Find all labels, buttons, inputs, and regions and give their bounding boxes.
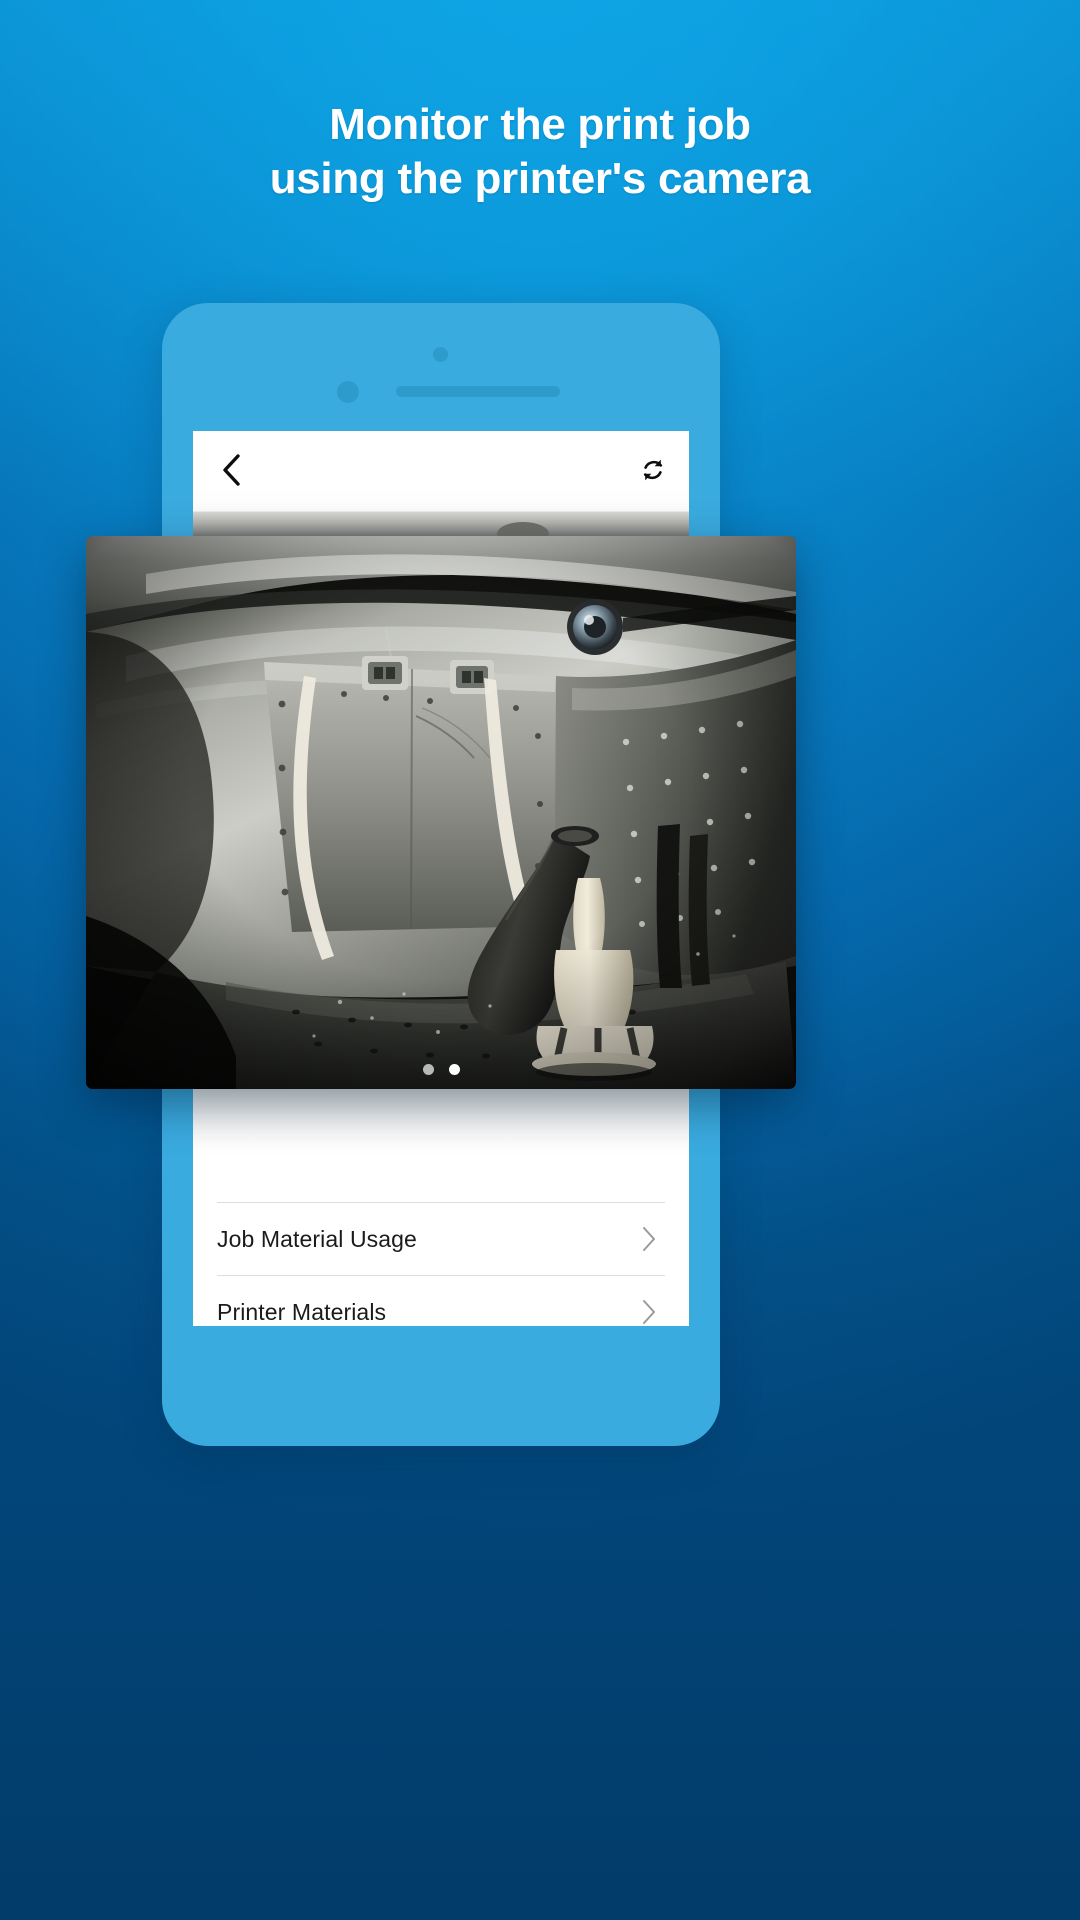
- refresh-icon: [638, 455, 668, 490]
- headline-line-1: Monitor the print job: [329, 100, 751, 149]
- chevron-right-icon: [635, 1225, 663, 1253]
- content-spacer: [193, 1084, 689, 1202]
- page-dot-2[interactable]: [448, 1064, 460, 1075]
- chevron-left-icon: [218, 453, 244, 492]
- list-item[interactable]: Printer Materials: [217, 1275, 665, 1326]
- list-item-label: Job Material Usage: [217, 1225, 417, 1252]
- camera-feed-image: [86, 536, 796, 1089]
- chevron-right-icon: [635, 1298, 663, 1326]
- page-title: Monitor the print job using the printer'…: [0, 98, 1080, 206]
- detail-list: Job Material Usage Printer Materials: [193, 1202, 689, 1326]
- proximity-sensor-dot-icon: [337, 381, 359, 403]
- page-indicator[interactable]: [86, 1064, 796, 1075]
- app-navbar: [193, 431, 689, 512]
- list-item-label: Printer Materials: [217, 1298, 387, 1325]
- back-button[interactable]: [207, 448, 255, 496]
- front-camera-dot-icon: [433, 347, 448, 362]
- page-dot-1[interactable]: [422, 1064, 434, 1075]
- earpiece-speaker-icon: [396, 386, 560, 397]
- list-item[interactable]: Job Material Usage: [217, 1202, 665, 1275]
- headline-line-2: using the printer's camera: [269, 154, 811, 203]
- promo-screenshot: Monitor the print job using the printer'…: [0, 0, 1080, 1920]
- printer-camera-feed[interactable]: [86, 536, 796, 1089]
- refresh-button[interactable]: [629, 448, 677, 496]
